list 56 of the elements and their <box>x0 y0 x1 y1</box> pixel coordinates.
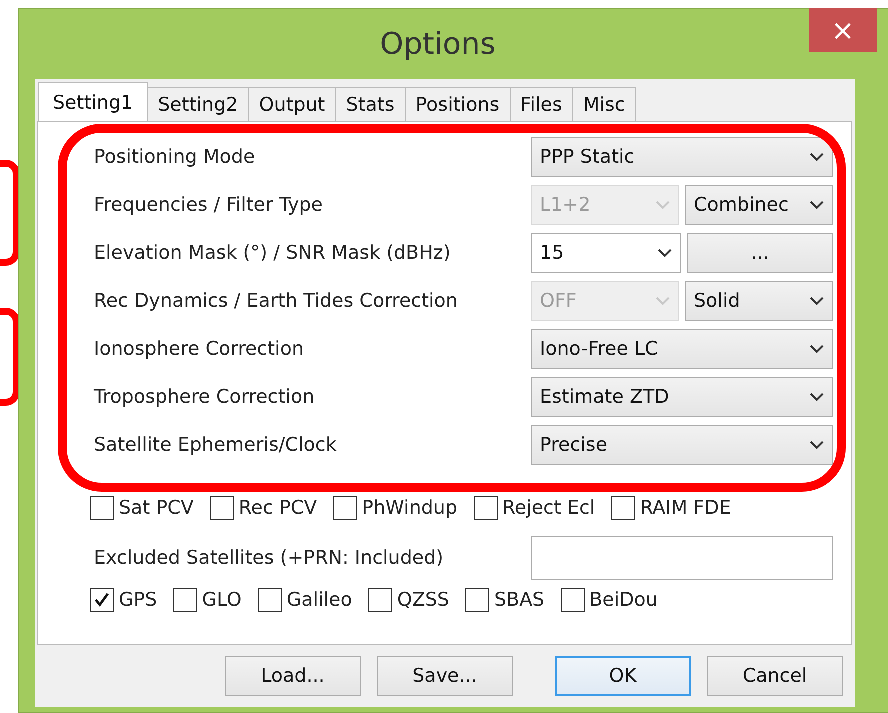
checkbox[interactable] <box>611 496 636 520</box>
chevron-down-icon <box>656 200 670 210</box>
chevron-down-icon <box>810 440 824 450</box>
checkbox-label: RAIM FDE <box>640 497 732 519</box>
chevron-down-icon <box>658 248 672 258</box>
field-label: Troposphere Correction <box>94 386 315 408</box>
dialog-button[interactable]: Load... <box>225 656 361 696</box>
tab[interactable]: Misc <box>572 87 636 121</box>
close-button[interactable]: × <box>809 8 877 52</box>
field-label: Rec Dynamics / Earth Tides Correction <box>94 290 458 312</box>
dropdown[interactable]: Estimate ZTD <box>531 377 833 417</box>
dropdown[interactable]: PPP Static <box>531 137 833 177</box>
checkbox[interactable] <box>90 496 114 520</box>
dialog-button[interactable]: Cancel <box>707 656 843 696</box>
checkbox[interactable] <box>258 588 282 612</box>
field-label: Ionosphere Correction <box>94 338 304 360</box>
excluded-satellites-field[interactable] <box>531 536 833 580</box>
checkbox-label: Reject Ecl <box>502 497 596 519</box>
chevron-down-icon <box>656 296 670 306</box>
field-label: Satellite Ephemeris/Clock <box>94 434 337 456</box>
checkbox-label: GLO <box>202 589 242 611</box>
checkbox[interactable] <box>560 588 585 612</box>
dropdown[interactable]: Combinec <box>685 185 833 225</box>
chevron-down-icon <box>810 344 824 354</box>
chevron-down-icon <box>810 392 824 402</box>
checkbox[interactable] <box>474 496 498 520</box>
checkbox-label: SBAS <box>494 589 545 611</box>
chevron-down-icon <box>810 296 824 306</box>
checkbox-label: Galileo <box>286 589 352 611</box>
dropdown[interactable]: Solid <box>685 281 833 321</box>
field-label: Excluded Satellites (+PRN: Included) <box>94 547 444 569</box>
dialog-button[interactable]: Save... <box>377 656 513 696</box>
field-label: Frequencies / Filter Type <box>94 194 323 216</box>
checkbox[interactable] <box>90 588 114 612</box>
checkbox[interactable] <box>210 496 234 520</box>
checkbox-label: GPS <box>119 589 158 611</box>
checkbox[interactable] <box>333 496 358 520</box>
checkbox-label: BeiDou <box>590 589 658 611</box>
dropdown[interactable]: 15 <box>531 233 681 273</box>
window-title: Options <box>380 26 496 62</box>
dropdown[interactable]: Iono-Free LC <box>531 329 833 369</box>
checkbox-label: Sat PCV <box>119 497 194 519</box>
browse-button[interactable]: ... <box>687 233 833 273</box>
tab[interactable]: Setting1 <box>38 82 148 122</box>
field-label: Positioning Mode <box>94 146 256 168</box>
checkbox[interactable] <box>173 588 198 612</box>
chevron-down-icon <box>810 152 824 162</box>
checkbox-label: Rec PCV <box>238 497 318 519</box>
dropdown[interactable]: Precise <box>531 425 833 465</box>
checkbox-label: QZSS <box>397 589 450 611</box>
checkbox[interactable] <box>368 588 392 612</box>
dialog-button[interactable]: OK <box>555 656 691 696</box>
field-label: Elevation Mask (°) / SNR Mask (dBHz) <box>94 242 451 264</box>
checkbox[interactable] <box>465 588 490 612</box>
checkbox-label: PhWindup <box>362 497 458 519</box>
chevron-down-icon <box>810 200 824 210</box>
